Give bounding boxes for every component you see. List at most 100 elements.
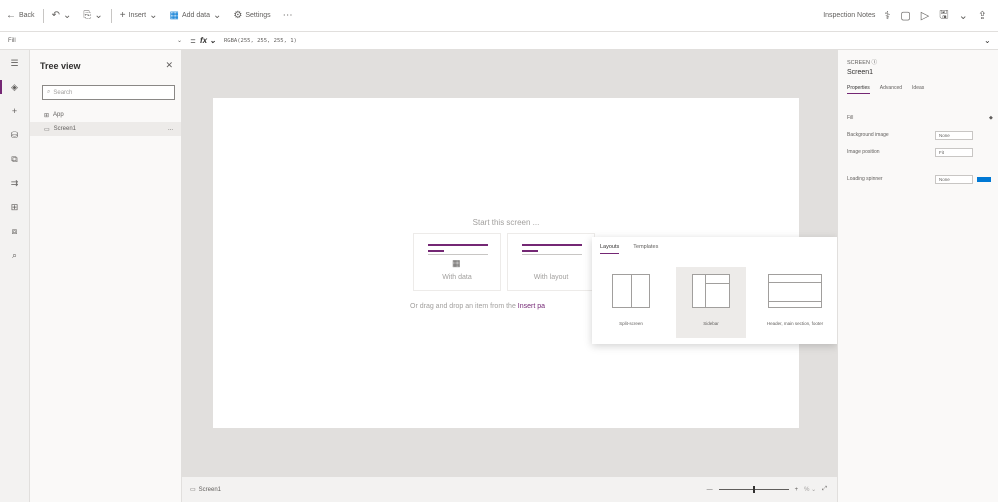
expand-icon[interactable]: ⤢ (822, 486, 827, 493)
paste-button[interactable]: ⎘ ⌄ (77, 5, 108, 27)
zoom-controls: — + % ⌄ ⤢ (707, 486, 837, 493)
control-name[interactable]: Screen1 (838, 66, 998, 76)
property-fill: Fill ◆ (847, 115, 993, 121)
split-screen-thumbnail (612, 274, 650, 308)
screen-icon: ▭ (44, 126, 50, 133)
tree-view-header: Tree view ✕ (30, 50, 181, 71)
zoom-slider[interactable] (718, 486, 789, 493)
formula-bar: Fill ⌄ = fx ⌄ RGBA(255, 255, 255, 1) ⌄ (0, 32, 998, 50)
layout-split-screen[interactable]: Split-screen (596, 267, 666, 338)
close-icon[interactable]: ✕ (165, 60, 173, 71)
image-position-dropdown[interactable]: Fit (935, 147, 973, 157)
search-icon[interactable]: ⌕ (0, 244, 29, 266)
tab-layouts[interactable]: Layouts (600, 244, 620, 254)
background-image-dropdown[interactable]: None (935, 130, 973, 140)
fill-picker-icon[interactable]: ◆ (989, 115, 993, 121)
tree-node-app[interactable]: ⊞ App (30, 108, 181, 122)
save-icon[interactable]: 🖫 (934, 6, 953, 25)
divider (42, 8, 44, 23)
plus-icon[interactable]: + (0, 100, 29, 122)
with-data-card[interactable]: ▦ With data (413, 233, 501, 291)
app-icon: ⊞ (44, 112, 50, 119)
database-icon[interactable]: ⛁ (0, 124, 29, 146)
paste-icon: ⎘ (83, 10, 92, 21)
insert-button[interactable]: + Insert ⌄ (114, 5, 164, 27)
loading-spinner-dropdown[interactable]: None (935, 174, 973, 184)
formula-input[interactable]: RGBA(255, 255, 255, 1) (220, 34, 984, 48)
tree-view-panel: Tree view ✕ ⌕ Search ⊞ App ▭ Screen1 ... (30, 50, 182, 502)
chevron-down-icon: ⌄ (94, 10, 103, 21)
app-name[interactable]: Inspection Notes (823, 12, 879, 19)
menu-icon[interactable]: ☰ (0, 52, 29, 74)
chevron-down-icon[interactable]: ⌄ (954, 9, 973, 22)
zoom-slider-thumb[interactable] (752, 486, 755, 493)
layers-icon[interactable]: ◈ (0, 76, 29, 98)
zoom-in-icon[interactable]: + (795, 487, 799, 493)
card-line (522, 254, 582, 255)
more-button[interactable]: ⋯ (277, 5, 299, 27)
table-icon: ▦ (452, 258, 461, 268)
gear-icon: ⚙ (233, 10, 243, 21)
settings-button[interactable]: ⚙ Settings (227, 5, 276, 27)
publish-icon[interactable]: ⇪ (973, 9, 992, 22)
spinner-color-swatch[interactable] (977, 176, 991, 182)
power-apps-studio: ← Back ↶ ⌄ ⎘ ⌄ + Insert ⌄ ▦ Add data ⌄ ⚙… (0, 0, 998, 502)
card-bar (522, 244, 582, 246)
tree-view-title: Tree view (40, 60, 81, 71)
zoom-out-icon[interactable]: — (707, 487, 713, 493)
stethoscope-icon[interactable]: ⚕ (879, 9, 895, 22)
database-icon: ▦ (169, 10, 179, 21)
left-rail: ☰ ◈ + ⛁ ⧉ ⇉ ⊞ ⧈ ⌕ (0, 50, 30, 502)
card-bar (522, 250, 538, 252)
chevron-down-icon: ⌄ (149, 10, 158, 21)
chevron-down-icon: ⌄ (212, 10, 222, 21)
fx-icon[interactable]: fx ⌄ (200, 36, 220, 45)
layout-header-main-footer[interactable]: Header, main section, footer (756, 267, 834, 338)
layout-label: Split-screen (619, 321, 643, 326)
layout-sidebar[interactable]: Sidebar (676, 267, 746, 338)
card-label: With data (442, 274, 472, 281)
properties-tabs: Properties Advanced Ideas (838, 76, 998, 94)
divider (110, 8, 112, 23)
control-kind: Screen ⓘ (847, 60, 877, 66)
property-loading-spinner: Loading spinner None (847, 174, 998, 184)
power-automate-icon[interactable]: ⇉ (0, 172, 29, 194)
help-icon[interactable]: ⓘ (871, 60, 877, 66)
more-icon[interactable]: ... (168, 126, 173, 132)
properties-panel: Screen ⓘ Screen1 Properties Advanced Ide… (837, 50, 998, 502)
screen-icon: ▭ (190, 487, 196, 493)
drag-drop-hint: Or drag and drop an item from the Insert… (410, 303, 546, 310)
status-bar: ▭ Screen1 — + % ⌄ ⤢ (182, 477, 837, 502)
more-icon: ⋯ (282, 10, 293, 21)
tab-properties[interactable]: Properties (847, 85, 870, 94)
back-button[interactable]: ← Back (0, 5, 41, 27)
undo-button[interactable]: ↶ ⌄ (46, 5, 78, 27)
tab-templates[interactable]: Templates (633, 244, 658, 254)
advanced-tools-icon[interactable]: ⧈ (0, 220, 29, 242)
variables-icon[interactable]: ⊞ (0, 196, 29, 218)
property-image-position: Image position Fit (847, 147, 998, 157)
undo-icon: ↶ (51, 10, 60, 21)
layout-label: Sidebar (703, 321, 719, 326)
plus-icon: + (119, 10, 126, 21)
card-bar (428, 250, 444, 252)
tab-ideas[interactable]: Ideas (912, 85, 924, 94)
search-icon: ⌕ (47, 89, 51, 95)
play-icon[interactable]: ▷ (916, 9, 934, 22)
tree-node-screen1[interactable]: ▭ Screen1 ... (30, 122, 181, 136)
with-layout-card[interactable]: With layout (507, 233, 595, 291)
chevron-down-icon[interactable]: ⌄ (984, 36, 998, 45)
equals-sign: = (190, 35, 196, 46)
media-icon[interactable]: ⧉ (0, 148, 29, 170)
search-input[interactable]: ⌕ Search (42, 85, 175, 100)
sidebar-thumbnail (692, 274, 730, 308)
insert-pane-link[interactable]: Insert pa (518, 303, 545, 310)
zoom-value-icon: % ⌄ (804, 487, 817, 493)
comment-icon[interactable]: ▢ (895, 9, 915, 22)
tab-advanced[interactable]: Advanced (880, 85, 902, 94)
header-main-footer-thumbnail (768, 274, 822, 308)
add-data-button[interactable]: ▦ Add data ⌄ (163, 5, 227, 27)
property-dropdown[interactable]: Fill ⌄ (4, 34, 186, 48)
screen-selector[interactable]: ▭ Screen1 (182, 486, 221, 494)
chevron-down-icon: ⌄ (62, 10, 72, 21)
